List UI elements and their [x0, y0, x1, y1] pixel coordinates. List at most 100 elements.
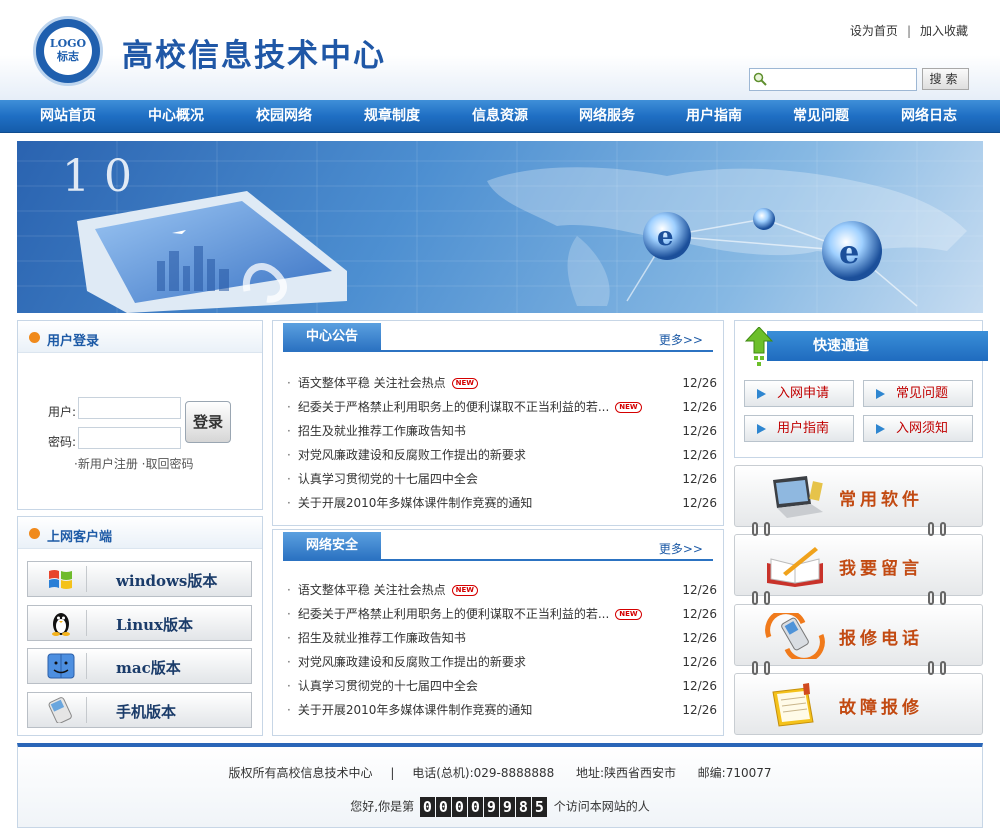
- tab-security[interactable]: 网络安全: [283, 532, 381, 559]
- nav-item-services[interactable]: 网络服务: [579, 100, 635, 133]
- big-button-label: 我要留言: [839, 559, 923, 579]
- news-title[interactable]: 认真学习贯彻党的十七届四中全会: [298, 472, 478, 486]
- client-mobile-button[interactable]: 手机版本: [27, 692, 252, 728]
- nav-item-overview[interactable]: 中心概况: [148, 100, 204, 133]
- password-field[interactable]: [78, 427, 181, 449]
- client-mac-button[interactable]: mac版本: [27, 648, 252, 684]
- news-title[interactable]: 纪委关于严格禁止利用职务上的便利谋取不正当利益的若...: [298, 607, 609, 621]
- login-panel: 用户登录 用户: 密码: 登录 ·新用户注册 ·取回密码: [17, 320, 263, 510]
- new-badge: NEW: [451, 585, 479, 596]
- bullet: ·: [287, 472, 291, 486]
- arrow-right-icon: [876, 389, 885, 399]
- site-logo[interactable]: LOGO 标志: [33, 16, 103, 86]
- news-title[interactable]: 招生及就业推荐工作廉政告知书: [298, 424, 466, 438]
- username-field[interactable]: [78, 397, 181, 419]
- quick-access-title: 快速通道: [813, 338, 869, 354]
- new-badge: NEW: [451, 378, 479, 389]
- linux-icon: [35, 610, 87, 636]
- news-item: · 关于开展2010年多媒体课件制作竞赛的通知 12/26: [287, 493, 717, 513]
- binder-ring: [752, 591, 758, 605]
- footer: 版权所有高校信息技术中心 | 电话(总机):029-8888888 地址:陕西省…: [17, 743, 983, 828]
- user-label: 用户:: [48, 405, 77, 419]
- counter-digit: 9: [499, 797, 515, 817]
- news-item: · 招生及就业推荐工作廉政告知书 12/26: [287, 628, 717, 648]
- svg-text:1 0: 1 0: [62, 151, 132, 202]
- news-title[interactable]: 语文整体平稳 关注社会热点: [298, 583, 446, 597]
- arrow-right-icon: [757, 389, 766, 399]
- search-button[interactable]: 搜索: [922, 68, 969, 90]
- news-date: 12/26: [682, 496, 717, 510]
- add-favorite-link[interactable]: 加入收藏: [920, 24, 968, 38]
- software-button[interactable]: 常用软件: [734, 465, 983, 527]
- nav-item-faq[interactable]: 常见问题: [793, 100, 849, 133]
- laptop-icon: [773, 476, 823, 518]
- quick-apply-button[interactable]: 入网申请: [744, 380, 854, 407]
- client-label: 手机版本: [116, 703, 177, 721]
- announcements-panel: 中心公告 更多>> · 语文整体平稳 关注社会热点 NEW 12/26 · 纪委关于严格…: [272, 320, 724, 526]
- address-text: 地址:陕西省西安市: [575, 766, 676, 780]
- nav-item-user-guide[interactable]: 用户指南: [686, 100, 742, 133]
- logo-text-cn: 标志: [57, 50, 79, 63]
- news-title[interactable]: 关于开展2010年多媒体课件制作竞赛的通知: [298, 703, 533, 717]
- counter-digit: 0: [451, 797, 467, 817]
- announcements-more-link[interactable]: 更多>>: [659, 331, 703, 348]
- binder-ring: [940, 522, 946, 536]
- news-title[interactable]: 认真学习贯彻党的十七届四中全会: [298, 679, 478, 693]
- search-input[interactable]: [749, 68, 917, 91]
- login-button[interactable]: 登录: [185, 401, 231, 443]
- recover-password-link[interactable]: ·取回密码: [142, 457, 194, 471]
- nav-item-resources[interactable]: 信息资源: [472, 100, 528, 133]
- news-title[interactable]: 对党风廉政建设和反腐败工作提出的新要求: [298, 655, 526, 669]
- client-panel-header: 上网客户端: [18, 517, 262, 549]
- news-date: 12/26: [682, 607, 717, 621]
- quick-button-label: 用户指南: [777, 421, 830, 436]
- message-button[interactable]: 我要留言: [734, 534, 983, 596]
- bullet: ·: [287, 496, 291, 510]
- bullet: ·: [287, 703, 291, 717]
- counter-digit: 0: [435, 797, 451, 817]
- client-linux-button[interactable]: Linux版本: [27, 605, 252, 641]
- postcode-text: 邮编:710077: [697, 766, 772, 780]
- set-home-link[interactable]: 设为首页: [850, 24, 898, 38]
- news-title[interactable]: 关于开展2010年多媒体课件制作竞赛的通知: [298, 496, 533, 510]
- bullet-dot-icon: [29, 332, 40, 343]
- fault-report-button[interactable]: 故障报修: [734, 673, 983, 735]
- banner-illustration: e e 1 0: [17, 141, 983, 313]
- site-title: 高校信息技术中心: [122, 38, 386, 74]
- nav-item-log[interactable]: 网络日志: [901, 100, 957, 133]
- news-title[interactable]: 对党风廉政建设和反腐败工作提出的新要求: [298, 448, 526, 462]
- top-links: 设为首页 | 加入收藏: [850, 22, 968, 39]
- nav-item-home[interactable]: 网站首页: [40, 100, 96, 133]
- news-item: · 纪委关于严格禁止利用职务上的便利谋取不正当利益的若... NEW 12/26: [287, 604, 717, 624]
- quick-guide-button[interactable]: 用户指南: [744, 415, 854, 442]
- news-title[interactable]: 语文整体平稳 关注社会热点: [298, 376, 446, 390]
- news-title[interactable]: 纪委关于严格禁止利用职务上的便利谋取不正当利益的若...: [298, 400, 609, 414]
- quick-faq-button[interactable]: 常见问题: [863, 380, 973, 407]
- bullet-dot-icon: [29, 528, 40, 539]
- binder-ring: [764, 591, 770, 605]
- login-panel-header: 用户登录: [18, 321, 262, 353]
- news-date: 12/26: [682, 631, 717, 645]
- client-windows-button[interactable]: windows版本: [27, 561, 252, 597]
- tab-announcements[interactable]: 中心公告: [283, 323, 381, 350]
- bullet: ·: [287, 655, 291, 669]
- svg-text:e: e: [657, 222, 674, 252]
- client-label: windows版本: [116, 572, 218, 590]
- bullet: ·: [287, 400, 291, 414]
- big-button-label: 报修电话: [839, 629, 923, 649]
- nav-item-regulations[interactable]: 规章制度: [364, 100, 420, 133]
- news-title[interactable]: 招生及就业推荐工作廉政告知书: [298, 631, 466, 645]
- quick-button-label: 入网须知: [896, 421, 949, 436]
- binder-ring: [928, 522, 934, 536]
- counter-digit: 8: [515, 797, 531, 817]
- client-panel-title: 上网客户端: [47, 530, 113, 545]
- bullet: ·: [287, 631, 291, 645]
- tab-underline: [283, 559, 713, 561]
- repair-phone-button[interactable]: 报修电话: [734, 604, 983, 666]
- nav-item-campus-network[interactable]: 校园网络: [256, 100, 312, 133]
- quick-access-bar: [767, 331, 988, 361]
- security-more-link[interactable]: 更多>>: [659, 540, 703, 557]
- register-link[interactable]: ·新用户注册: [74, 457, 138, 471]
- quick-notice-button[interactable]: 入网须知: [863, 415, 973, 442]
- arrow-right-icon: [757, 424, 766, 434]
